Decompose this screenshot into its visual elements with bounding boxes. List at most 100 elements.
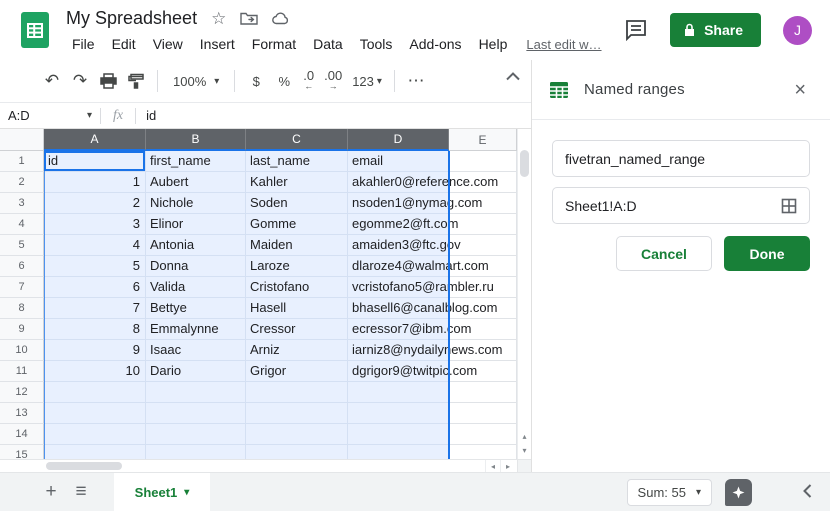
cell[interactable]: Maiden bbox=[246, 235, 348, 256]
cell[interactable] bbox=[246, 382, 348, 403]
cell[interactable]: 7 bbox=[44, 298, 146, 319]
select-data-range-icon[interactable] bbox=[781, 198, 797, 214]
cell[interactable]: Donna bbox=[146, 256, 246, 277]
cell[interactable] bbox=[449, 445, 517, 459]
format-currency-button[interactable]: $ bbox=[242, 67, 270, 95]
row-header-2[interactable]: 2 bbox=[0, 172, 44, 193]
cell[interactable] bbox=[246, 403, 348, 424]
cell[interactable]: Valida bbox=[146, 277, 246, 298]
cell[interactable]: Kahler bbox=[246, 172, 348, 193]
cell[interactable] bbox=[348, 403, 449, 424]
row-header-4[interactable]: 4 bbox=[0, 214, 44, 235]
format-percent-button[interactable]: % bbox=[270, 67, 298, 95]
row-header-12[interactable]: 12 bbox=[0, 382, 44, 403]
cell[interactable] bbox=[44, 403, 146, 424]
row-header-10[interactable]: 10 bbox=[0, 340, 44, 361]
cell[interactable]: 1 bbox=[44, 172, 146, 193]
cell[interactable]: Soden bbox=[246, 193, 348, 214]
menu-format[interactable]: Format bbox=[246, 34, 302, 54]
undo-button[interactable]: ↶ bbox=[38, 67, 66, 95]
collapse-panel-chevron-icon[interactable] bbox=[803, 483, 812, 499]
cell[interactable] bbox=[348, 382, 449, 403]
cell[interactable]: bhasell6@canalblog.com bbox=[348, 298, 449, 319]
close-panel-icon[interactable]: × bbox=[790, 78, 810, 102]
move-to-folder-icon[interactable] bbox=[240, 11, 258, 25]
cell[interactable]: first_name bbox=[146, 151, 246, 172]
done-button[interactable]: Done bbox=[724, 236, 810, 271]
vertical-scrollbar-thumb[interactable] bbox=[520, 150, 529, 177]
column-header-A[interactable]: A bbox=[44, 129, 146, 151]
cell[interactable] bbox=[44, 424, 146, 445]
cloud-saved-icon[interactable] bbox=[272, 12, 290, 25]
cell[interactable]: id bbox=[44, 151, 146, 172]
cell[interactable]: egomme2@ft.com bbox=[348, 214, 449, 235]
cell[interactable]: Gomme bbox=[246, 214, 348, 235]
row-header-13[interactable]: 13 bbox=[0, 403, 44, 424]
last-edit-link[interactable]: Last edit w… bbox=[526, 37, 601, 52]
cell[interactable]: Laroze bbox=[246, 256, 348, 277]
horizontal-scrollbar[interactable]: ◂ ▸ bbox=[0, 459, 531, 472]
cell[interactable] bbox=[246, 445, 348, 459]
cell[interactable]: vcristofano5@rambler.ru bbox=[348, 277, 449, 298]
row-header-8[interactable]: 8 bbox=[0, 298, 44, 319]
cell[interactable]: 4 bbox=[44, 235, 146, 256]
sheets-logo-icon[interactable] bbox=[20, 11, 50, 49]
document-title[interactable]: My Spreadsheet bbox=[66, 8, 197, 29]
cell[interactable]: Cristofano bbox=[246, 277, 348, 298]
range-reference-input[interactable]: Sheet1!A:D bbox=[552, 187, 810, 224]
column-header-B[interactable]: B bbox=[146, 129, 246, 151]
cell[interactable]: Grigor bbox=[246, 361, 348, 382]
cell[interactable] bbox=[44, 382, 146, 403]
cell[interactable] bbox=[146, 445, 246, 459]
cell[interactable] bbox=[146, 424, 246, 445]
cell[interactable]: 8 bbox=[44, 319, 146, 340]
cell[interactable]: Antonia bbox=[146, 235, 246, 256]
cell[interactable]: 10 bbox=[44, 361, 146, 382]
add-sheet-button[interactable]: + bbox=[36, 481, 66, 503]
cell[interactable] bbox=[44, 445, 146, 459]
cell[interactable]: Emmalynne bbox=[146, 319, 246, 340]
share-button[interactable]: Share bbox=[670, 13, 761, 47]
scroll-right-button[interactable]: ▸ bbox=[500, 460, 515, 472]
cell[interactable]: 3 bbox=[44, 214, 146, 235]
cell[interactable] bbox=[449, 424, 517, 445]
cell[interactable]: Aubert bbox=[146, 172, 246, 193]
menu-edit[interactable]: Edit bbox=[106, 34, 142, 54]
select-all-corner[interactable] bbox=[0, 129, 44, 151]
sum-indicator[interactable]: Sum: 55 ▾ bbox=[627, 479, 712, 506]
cell[interactable] bbox=[449, 382, 517, 403]
row-header-14[interactable]: 14 bbox=[0, 424, 44, 445]
decrease-decimal-button[interactable]: .0← bbox=[298, 71, 319, 91]
cell[interactable]: 9 bbox=[44, 340, 146, 361]
cell[interactable]: email bbox=[348, 151, 449, 172]
name-box[interactable]: A:D ▾ bbox=[0, 108, 100, 123]
menu-help[interactable]: Help bbox=[473, 34, 514, 54]
cell[interactable]: dlaroze4@walmart.com bbox=[348, 256, 449, 277]
cell[interactable]: nsoden1@nymag.com bbox=[348, 193, 449, 214]
cell[interactable]: dgrigor9@twitpic.com bbox=[348, 361, 449, 382]
cell[interactable]: Hasell bbox=[246, 298, 348, 319]
row-header-15[interactable]: 15 bbox=[0, 445, 44, 459]
print-button[interactable] bbox=[94, 67, 122, 95]
range-name-input[interactable]: fivetran_named_range bbox=[552, 140, 810, 177]
sheet-tab[interactable]: Sheet1 ▾ bbox=[114, 473, 210, 511]
star-icon[interactable]: ☆ bbox=[211, 10, 226, 27]
scroll-up-button[interactable]: ▴ bbox=[518, 430, 531, 442]
menu-add-ons[interactable]: Add-ons bbox=[403, 34, 467, 54]
cell[interactable]: ecressor7@ibm.com bbox=[348, 319, 449, 340]
all-sheets-button[interactable]: ≡ bbox=[66, 481, 96, 503]
cell[interactable] bbox=[449, 403, 517, 424]
cell[interactable] bbox=[449, 151, 517, 172]
more-options-button[interactable]: ⋯ bbox=[402, 67, 430, 95]
cell[interactable]: amaiden3@ftc.gov bbox=[348, 235, 449, 256]
comment-history-icon[interactable] bbox=[624, 19, 648, 41]
cell[interactable] bbox=[348, 424, 449, 445]
cell[interactable]: last_name bbox=[246, 151, 348, 172]
cell[interactable]: Arniz bbox=[246, 340, 348, 361]
cell[interactable]: Nichole bbox=[146, 193, 246, 214]
redo-button[interactable]: ↷ bbox=[66, 67, 94, 95]
cell[interactable]: iarniz8@nydailynews.com bbox=[348, 340, 449, 361]
scroll-down-button[interactable]: ▾ bbox=[518, 444, 531, 456]
explore-button[interactable] bbox=[725, 479, 752, 506]
cell[interactable]: Dario bbox=[146, 361, 246, 382]
